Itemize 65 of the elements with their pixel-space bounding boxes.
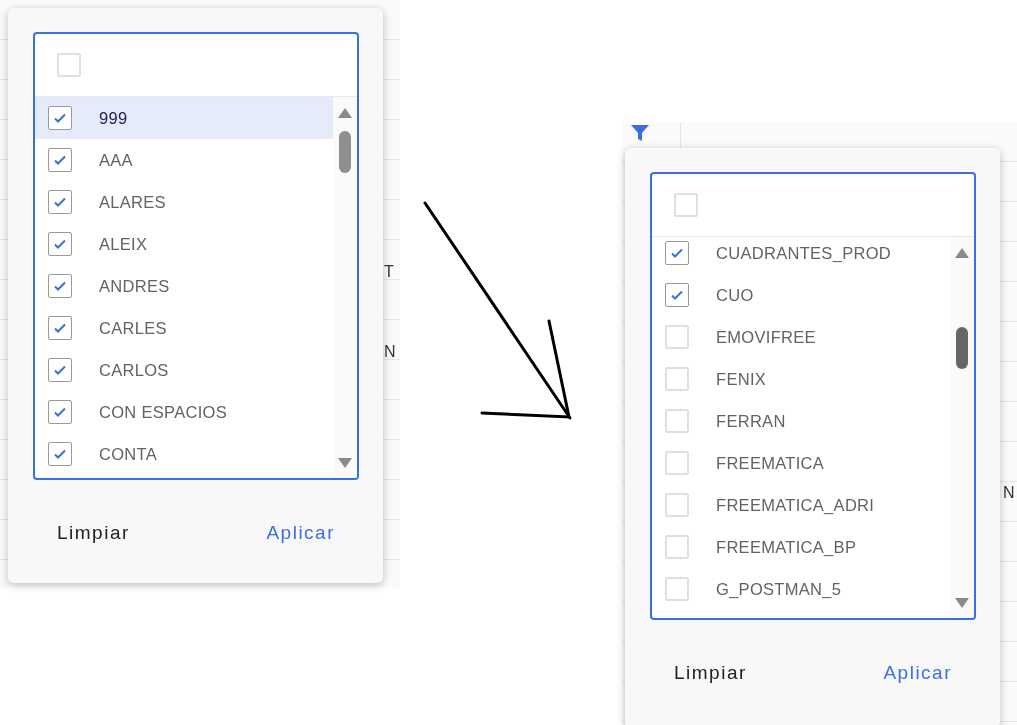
scroll-up-icon[interactable]	[955, 248, 969, 258]
option-label: CON ESPACIOS	[99, 402, 227, 422]
table-cell-fragment: N	[384, 343, 396, 361]
apply-button[interactable]: Aplicar	[242, 518, 359, 548]
option-row[interactable]: CUADRANTES_PROD	[652, 232, 950, 274]
option-label: CUO	[716, 285, 754, 305]
option-row[interactable]: CARLOS	[35, 349, 333, 391]
clear-button[interactable]: Limpiar	[650, 658, 771, 688]
checkbox[interactable]	[48, 106, 72, 130]
option-label: CARLOS	[99, 360, 169, 380]
filter-icon[interactable]	[630, 123, 650, 143]
scrollbar[interactable]	[333, 97, 357, 478]
option-label: FREEMATICA_ADRI	[716, 495, 875, 515]
select-all-checkbox[interactable]	[57, 53, 81, 77]
checkbox[interactable]	[665, 283, 689, 307]
checkbox[interactable]	[48, 190, 72, 214]
option-label: AAA	[99, 150, 133, 170]
table-cell-fragment: T	[384, 263, 394, 281]
option-row[interactable]: CON ESPACIOS	[35, 391, 333, 433]
option-row[interactable]: ALEIX	[35, 223, 333, 265]
option-row[interactable]: FREEMATICA	[652, 442, 950, 484]
option-row[interactable]: FERRAN	[652, 400, 950, 442]
scroll-up-icon[interactable]	[338, 108, 352, 118]
option-row[interactable]: EMOVIFREE	[652, 316, 950, 358]
scrollbar[interactable]	[950, 237, 974, 618]
checkbox[interactable]	[48, 274, 72, 298]
option-label: ALEIX	[99, 234, 148, 254]
option-row[interactable]: AAA	[35, 139, 333, 181]
checkbox[interactable]	[665, 241, 689, 265]
option-row[interactable]: CUO	[652, 274, 950, 316]
option-label: CUADRANTES_PROD	[716, 243, 892, 263]
option-label: FENIX	[716, 369, 767, 389]
scroll-down-icon[interactable]	[338, 458, 352, 468]
scroll-down-icon[interactable]	[955, 598, 969, 608]
option-label: EMOVIFREE	[716, 327, 816, 347]
option-label: CARLES	[99, 318, 167, 338]
option-row[interactable]: FREEMATICA_BP	[652, 526, 950, 568]
scrollbar-thumb[interactable]	[956, 327, 968, 369]
option-label: FERRAN	[716, 411, 786, 431]
option-label: 999	[99, 108, 128, 128]
checkbox[interactable]	[48, 400, 72, 424]
checkbox[interactable]	[48, 316, 72, 340]
checkbox[interactable]	[48, 442, 72, 466]
option-row[interactable]: FREEMATICA_ADRI	[652, 484, 950, 526]
scrollbar-thumb[interactable]	[339, 131, 351, 173]
option-label: G_POSTMAN_5	[716, 579, 842, 599]
option-label: ANDRES	[99, 276, 170, 296]
option-row[interactable]: ANDRES	[35, 265, 333, 307]
option-label: ALARES	[99, 192, 166, 212]
option-row[interactable]: CARLES	[35, 307, 333, 349]
option-label: CONTA	[99, 444, 158, 464]
option-row[interactable]: CONTA	[35, 433, 333, 475]
option-row[interactable]: ALARES	[35, 181, 333, 223]
checkbox[interactable]	[48, 148, 72, 172]
option-row[interactable]: G_POSTMAN_5	[652, 568, 950, 610]
apply-button[interactable]: Aplicar	[859, 658, 976, 688]
option-row[interactable]: 999	[35, 97, 333, 139]
clear-button[interactable]: Limpiar	[33, 518, 154, 548]
checkbox[interactable]	[48, 232, 72, 256]
option-label: FREEMATICA_BP	[716, 537, 857, 557]
table-cell-fragment: N	[1003, 484, 1015, 502]
option-label: FREEMATICA	[716, 453, 825, 473]
option-row[interactable]: FENIX	[652, 358, 950, 400]
select-all-checkbox[interactable]	[674, 193, 698, 217]
checkbox[interactable]	[48, 358, 72, 382]
